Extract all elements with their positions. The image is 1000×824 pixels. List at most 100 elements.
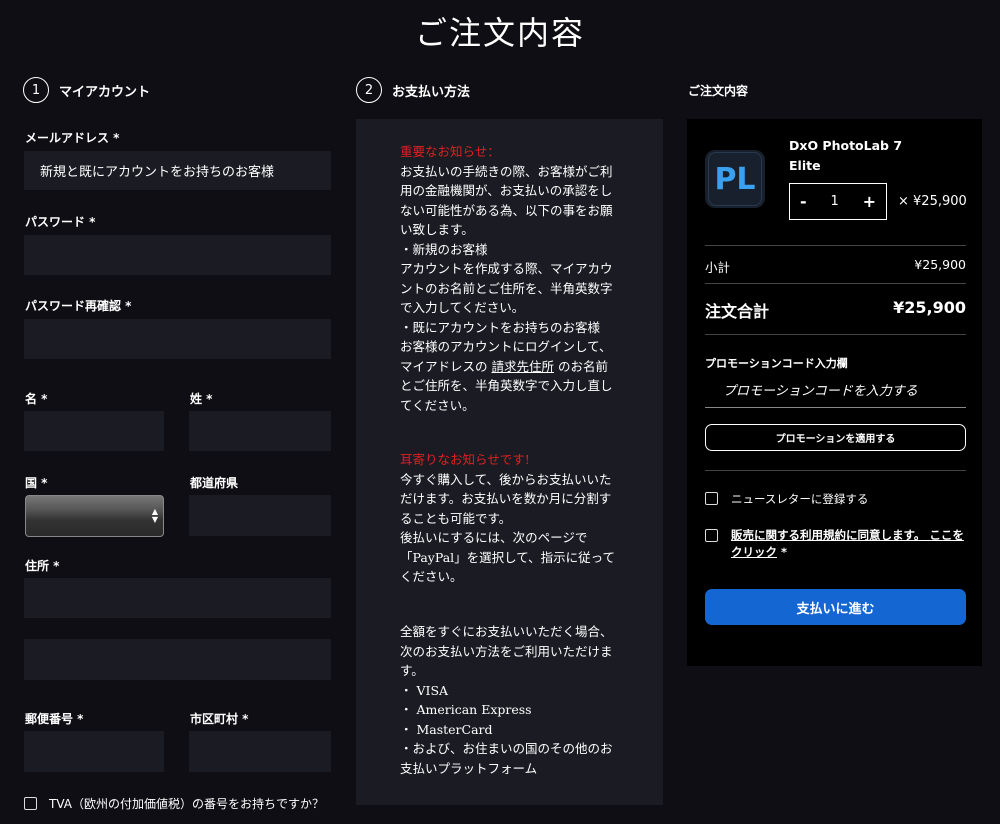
- tva-label: TVA（欧州の付加価値税）の番号をお持ちですか？: [49, 797, 324, 811]
- address-label: 住所 *: [25, 559, 60, 573]
- notice-deferred-line: だけます。お支払いを数か月に分割す: [400, 491, 612, 506]
- notice-important-line: てください。: [400, 397, 475, 413]
- email-placeholder: 新規と既にアカウントをお持ちのお客様: [40, 165, 275, 180]
- step-number-2: 2: [356, 77, 382, 103]
- notice-important-line: ・既にアカウントをお持ちのお客様: [400, 319, 601, 335]
- prefecture-label: 都道府県: [190, 476, 239, 490]
- password-confirm-label: パスワード再確認 *: [25, 299, 132, 313]
- last-name-field[interactable]: [189, 411, 331, 451]
- divider: [705, 334, 966, 335]
- tva-checkbox[interactable]: [24, 797, 37, 810]
- notice-methods-line: 次のお支払い方法をご利用いただけま: [400, 643, 613, 659]
- notice-important-line: 用の金融機関が、お支払いの承認をし: [400, 183, 613, 198]
- qty-value[interactable]: 1: [830, 194, 838, 209]
- qty-increase-button[interactable]: +: [863, 192, 876, 211]
- promo-placeholder: プロモーションコードを入力する: [723, 384, 918, 399]
- notice-important-line: お客様のアカウントにログインして、: [400, 339, 612, 354]
- notice-important-line: アカウントを作成する際、マイアカウ: [400, 261, 613, 276]
- payment-step-header: 2 お支払い方法: [356, 77, 470, 103]
- country-select[interactable]: ▲ ▼: [25, 495, 164, 537]
- notice-methods-line: 支払いプラットフォーム: [400, 760, 538, 776]
- notice-deferred-line: 今すぐ購入して、後からお支払いいた: [400, 471, 612, 487]
- notice-deferred-line: ください。: [400, 569, 463, 584]
- terms-click-link[interactable]: クリック: [731, 545, 777, 559]
- divider: [705, 470, 966, 471]
- notice-methods-line: す。: [400, 663, 424, 678]
- notice-payment-methods: 全額をすぐにお支払いいただく場合、 次のお支払い方法をご利用いただけま す。 ・…: [400, 622, 632, 778]
- terms-row: 販売に関する利用規約に同意します。 ここを クリック *: [705, 527, 964, 561]
- address-field-2[interactable]: [24, 639, 331, 680]
- product-name-line: DxO PhotoLab 7: [789, 138, 903, 153]
- postal-code-field[interactable]: [24, 731, 164, 772]
- email-label: メールアドレス *: [25, 131, 120, 145]
- notice-methods-line: ・および、お住まいの国のその他のお: [400, 741, 613, 756]
- city-label: 市区町村 *: [190, 712, 249, 726]
- notice-important-line: で入力してください。: [400, 300, 525, 315]
- first-name-field[interactable]: [24, 411, 164, 451]
- notice-important: 重要なお知らせ： お支払いの手続きの際、お客様がご利 用の金融機関が、お支払いの…: [400, 142, 632, 415]
- notice-important-line: ない可能性がある為、以下の事をお願: [400, 202, 613, 218]
- order-heading: ご注文内容: [688, 84, 749, 98]
- newsletter-checkbox[interactable]: [705, 492, 718, 505]
- password-confirm-field[interactable]: [24, 319, 331, 359]
- newsletter-label: ニュースレターに登録する: [731, 492, 869, 506]
- notice-text-pre: マイアドレスの: [400, 358, 492, 374]
- notice-deferred-line: 「PayPal」を選択して、指示に従って: [400, 549, 616, 565]
- step-number-1: 1: [23, 77, 49, 103]
- notice-important-line: ントのお名前とご住所を、半角英数字: [400, 280, 613, 296]
- terms-text: 販売に関する利用規約に同意します。 ここを クリック *: [731, 527, 964, 561]
- tva-row: TVA（欧州の付加価値税）の番号をお持ちですか？: [24, 795, 324, 812]
- password-label: パスワード *: [25, 215, 96, 229]
- total-label: 注文合計: [705, 302, 770, 321]
- quantity-stepper: - 1 +: [789, 183, 887, 220]
- qty-decrease-button[interactable]: -: [800, 192, 807, 211]
- terms-link[interactable]: 販売に関する利用規約に同意します。 ここを: [731, 528, 964, 542]
- notice-methods-line: ・ MasterCard: [400, 721, 493, 737]
- divider: [705, 283, 966, 284]
- notice-important-line: お支払いの手続きの際、お客様がご利: [400, 163, 613, 179]
- payment-heading: お支払い方法: [392, 84, 471, 100]
- unit-price: × ¥25,900: [898, 194, 967, 209]
- notice-deferred-line: ることも可能です。: [400, 510, 512, 526]
- notice-important-line: ・新規のお客様: [400, 241, 488, 257]
- notice-important-line: い致します。: [400, 222, 474, 237]
- divider: [705, 245, 966, 246]
- notice-deferred: 耳寄りなお知らせです! 今すぐ購入して、後からお支払いいた だけます。お支払いを…: [400, 450, 632, 587]
- promo-code-input[interactable]: プロモーションコードを入力する: [705, 372, 966, 408]
- newsletter-row: ニュースレターに登録する: [705, 491, 868, 507]
- proceed-to-payment-button[interactable]: 支払いに進む: [705, 589, 966, 625]
- notice-methods-line: ・ American Express: [400, 702, 532, 717]
- photolab-logo-text: PL: [708, 152, 762, 206]
- first-name-label: 名 *: [25, 392, 48, 406]
- product-name-line: Elite: [789, 158, 821, 173]
- country-label: 国 *: [25, 476, 48, 490]
- subtotal-label: 小計: [705, 260, 731, 275]
- notice-important-line: マイアドレスの 請求先住所 のお名前: [400, 357, 632, 377]
- select-arrows-icon: ▲ ▼: [151, 507, 158, 524]
- last-name-label: 姓 *: [190, 392, 213, 406]
- total-value: ¥25,900: [893, 298, 966, 317]
- notice-methods-line: ・ VISA: [400, 682, 449, 698]
- notice-text-post: のお名前: [554, 358, 608, 374]
- city-field[interactable]: [189, 731, 331, 772]
- page-title: ご注文内容: [414, 14, 585, 52]
- notice-important-line: とご住所を、半角英数字で入力し直し: [400, 378, 613, 393]
- photolab-logo-icon: PL: [705, 150, 765, 208]
- notice-deferred-line: 後払いにするには、次のページで: [400, 530, 588, 545]
- billing-address-link[interactable]: 請求先住所: [491, 359, 554, 374]
- notice-important-title: 重要なお知らせ：: [400, 144, 500, 159]
- password-field[interactable]: [24, 235, 331, 275]
- apply-promo-button[interactable]: プロモーションを適用する: [705, 424, 966, 451]
- notice-deferred-title: 耳寄りなお知らせです!: [400, 452, 530, 467]
- subtotal-value: ¥25,900: [914, 257, 966, 272]
- account-step-header: 1 マイアカウント: [23, 77, 150, 103]
- email-field[interactable]: 新規と既にアカウントをお持ちのお客様: [24, 151, 331, 190]
- promo-label: プロモーションコード入力欄: [705, 357, 848, 370]
- terms-checkbox[interactable]: [705, 529, 718, 542]
- product-name: DxO PhotoLab 7 Elite: [789, 136, 902, 176]
- terms-required-mark: *: [777, 545, 788, 559]
- address-field-1[interactable]: [24, 578, 331, 618]
- prefecture-field[interactable]: [189, 495, 331, 536]
- account-heading: マイアカウント: [59, 84, 151, 100]
- postal-code-label: 郵便番号 *: [25, 712, 84, 726]
